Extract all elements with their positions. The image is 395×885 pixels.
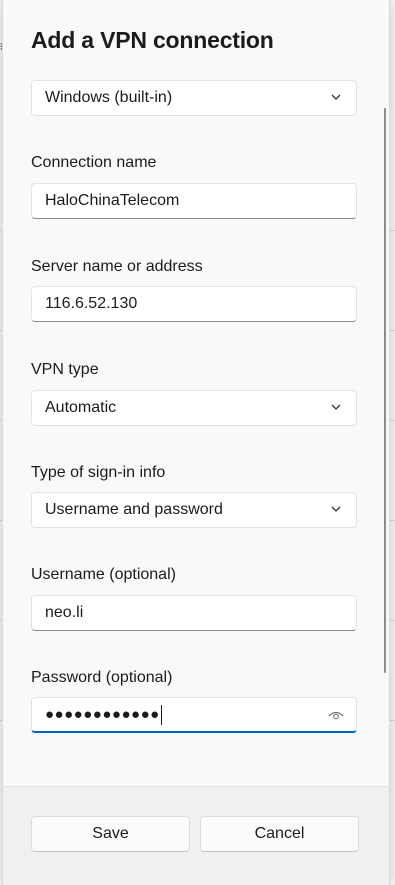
cancel-button[interactable]: Cancel — [200, 816, 359, 852]
vpn-provider-select[interactable]: Windows (built-in) — [31, 80, 357, 116]
server-label: Server name or address — [31, 258, 203, 275]
sign-in-type-select[interactable]: Username and password — [31, 492, 357, 528]
chevron-down-icon — [331, 94, 341, 100]
save-button[interactable]: Save — [31, 816, 190, 852]
connection-name-input[interactable]: HaloChinaTelecom — [31, 183, 357, 219]
vpn-type-label: VPN type — [31, 361, 99, 378]
vpn-dialog: Add a VPN connection Windows (built-in) … — [2, 0, 390, 885]
password-label: Password (optional) — [31, 669, 173, 686]
text-caret — [160, 704, 162, 725]
server-input[interactable]: 116.6.52.130 — [31, 286, 357, 322]
sign-in-type-label: Type of sign-in info — [31, 464, 166, 481]
server-value: 116.6.52.130 — [45, 295, 138, 312]
connection-name-label: Connection name — [31, 154, 157, 171]
sign-in-type-value: Username and password — [45, 501, 223, 518]
dialog-title: Add a VPN connection — [31, 27, 274, 53]
eye-icon[interactable] — [328, 709, 344, 721]
vpn-provider-value: Windows (built-in) — [45, 89, 173, 106]
scrollbar[interactable] — [384, 108, 386, 673]
dialog-content: Add a VPN connection Windows (built-in) … — [3, 0, 389, 787]
vpn-type-value: Automatic — [45, 399, 117, 416]
username-input[interactable]: neo.li — [31, 595, 357, 631]
vpn-type-select[interactable]: Automatic — [31, 390, 357, 426]
chevron-down-icon — [331, 404, 341, 410]
password-value: ●●●●●●●●●●●● — [45, 706, 160, 723]
chevron-down-icon — [331, 506, 341, 512]
connection-name-value: HaloChinaTelecom — [45, 192, 180, 209]
username-label: Username (optional) — [31, 566, 176, 583]
dialog-footer: Save Cancel — [3, 786, 389, 885]
username-value: neo.li — [45, 604, 84, 621]
password-input[interactable]: ●●●●●●●●●●●● — [31, 697, 357, 733]
